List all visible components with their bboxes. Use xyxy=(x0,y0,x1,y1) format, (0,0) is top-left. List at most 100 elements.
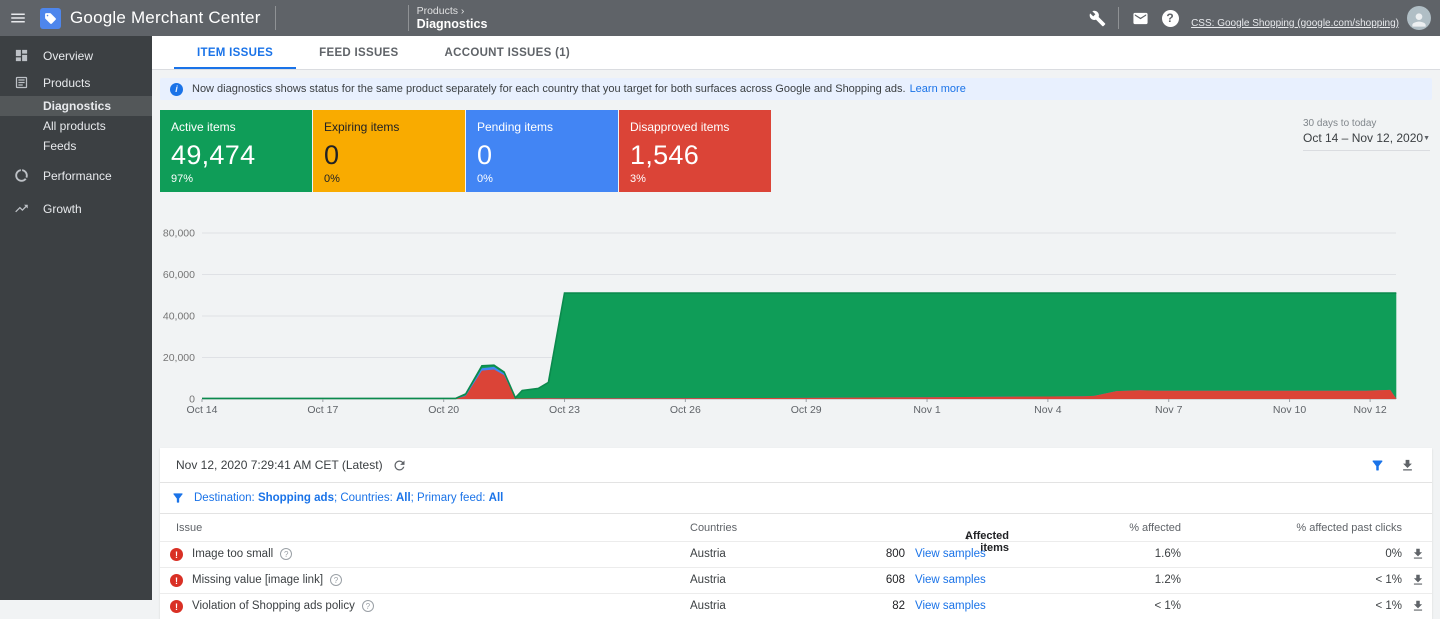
view-samples-link[interactable]: View samples xyxy=(915,574,986,586)
stacked-area-chart[interactable]: 020,00040,00060,00080,000Oct 14Oct 17Oct… xyxy=(160,210,1432,415)
countries-cell: Austria xyxy=(690,574,726,586)
header-actions: ? CSS: Google Shopping (google.com/shopp… xyxy=(1082,3,1440,33)
card-percent: 0% xyxy=(324,173,454,185)
pending-items-card[interactable]: Pending items 0 0% xyxy=(466,110,618,192)
header-divider xyxy=(275,6,276,30)
column-countries[interactable]: Countries xyxy=(690,522,737,534)
sidebar-item-label: Performance xyxy=(43,169,112,183)
column-pct-affected[interactable]: % affected xyxy=(1040,522,1181,534)
x-axis-tick-label: Nov 7 xyxy=(1155,404,1183,415)
sidebar-item-label: Feeds xyxy=(43,139,76,153)
issues-table-card: Nov 12, 2020 7:29:41 AM CET (Latest) Des… xyxy=(160,448,1432,619)
sidebar-item-growth[interactable]: Growth xyxy=(0,195,152,222)
mail-icon[interactable] xyxy=(1125,3,1155,33)
help-icon[interactable]: ? xyxy=(362,600,374,612)
sidebar: Overview Products Diagnostics All produc… xyxy=(0,36,152,600)
sidebar-item-performance[interactable]: Performance xyxy=(0,162,152,189)
tools-wrench-icon[interactable] xyxy=(1082,3,1112,33)
tab-item-issues[interactable]: ITEM ISSUES xyxy=(174,36,296,69)
main-content: ITEM ISSUES FEED ISSUES ACCOUNT ISSUES (… xyxy=(152,36,1440,600)
card-label: Disapproved items xyxy=(630,120,760,134)
x-axis-tick-label: Oct 14 xyxy=(187,404,218,415)
x-axis-tick-label: Oct 17 xyxy=(307,404,338,415)
help-icon[interactable]: ? xyxy=(280,548,292,560)
y-axis-tick-label: 80,000 xyxy=(163,228,195,240)
chevron-down-icon: ▼ xyxy=(1423,135,1430,142)
sidebar-item-label: Growth xyxy=(43,202,82,216)
issue-label: Violation of Shopping ads policy xyxy=(192,600,355,612)
issue-cell: Missing value [image link]? xyxy=(192,574,342,586)
info-banner: i Now diagnostics shows status for the s… xyxy=(160,78,1432,100)
x-axis-tick-label: Nov 12 xyxy=(1353,404,1386,415)
date-range-value: Oct 14 – Nov 12, 2020 xyxy=(1303,131,1423,145)
sidebar-item-overview[interactable]: Overview xyxy=(0,42,152,69)
error-icon: ! xyxy=(170,548,183,561)
column-issue[interactable]: Issue xyxy=(176,522,202,534)
menu-icon[interactable] xyxy=(0,0,36,36)
table-header: Issue Countries ↓ Affected items % affec… xyxy=(160,513,1432,541)
breadcrumb: Products › Diagnostics xyxy=(417,5,488,31)
breadcrumb-section[interactable]: Products › xyxy=(417,5,488,17)
chevron-right-icon: › xyxy=(461,5,465,17)
date-range-preset: 30 days to today xyxy=(1303,118,1430,129)
filter-summary: Destination: Shopping ads; Countries: Al… xyxy=(194,492,503,504)
download-icon[interactable] xyxy=(1411,573,1427,589)
help-icon[interactable]: ? xyxy=(1155,3,1185,33)
date-range-selector[interactable]: 30 days to today Oct 14 – Nov 12, 2020 ▼ xyxy=(1303,118,1430,151)
card-percent: 97% xyxy=(171,173,301,185)
affected-count: 608 xyxy=(755,574,905,586)
table-body: !Image too small?Austria800View samples1… xyxy=(160,541,1432,619)
avatar[interactable] xyxy=(1407,6,1431,30)
card-label: Expiring items xyxy=(324,120,454,134)
disapproved-items-card[interactable]: Disapproved items 1,546 3% xyxy=(619,110,771,192)
active-items-card[interactable]: Active items 49,474 97% xyxy=(160,110,312,192)
download-icon[interactable] xyxy=(1411,547,1427,563)
banner-text: Now diagnostics shows status for the sam… xyxy=(192,83,906,95)
sidebar-item-diagnostics[interactable]: Diagnostics xyxy=(0,96,152,116)
table-row: !Violation of Shopping ads policy?Austri… xyxy=(160,593,1432,619)
pct-past-clicks-cell: 0% xyxy=(1260,548,1402,560)
merchant-center-logo-icon xyxy=(40,8,61,29)
tab-feed-issues[interactable]: FEED ISSUES xyxy=(296,36,421,69)
x-axis-tick-label: Oct 20 xyxy=(428,404,459,415)
sidebar-item-feeds[interactable]: Feeds xyxy=(0,136,152,156)
x-axis-tick-label: Oct 26 xyxy=(670,404,701,415)
sidebar-item-all-products[interactable]: All products xyxy=(0,116,152,136)
tab-bar: ITEM ISSUES FEED ISSUES ACCOUNT ISSUES (… xyxy=(152,36,1440,70)
affected-count: 82 xyxy=(755,600,905,612)
view-samples-link[interactable]: View samples xyxy=(915,600,986,612)
snapshot-row: Nov 12, 2020 7:29:41 AM CET (Latest) xyxy=(160,448,1432,482)
account-link[interactable]: CSS: Google Shopping (google.com/shoppin… xyxy=(1191,18,1399,29)
column-pct-affected-past-clicks[interactable]: % affected past clicks xyxy=(1200,522,1402,534)
download-icon[interactable] xyxy=(1411,599,1427,615)
card-percent: 3% xyxy=(630,173,760,185)
active-filters-row[interactable]: Destination: Shopping ads; Countries: Al… xyxy=(160,482,1432,513)
card-label: Pending items xyxy=(477,120,607,134)
app-header: Google Merchant Center Products › Diagno… xyxy=(0,0,1440,36)
breadcrumb-section-label: Products xyxy=(417,5,458,17)
growth-trending-up-icon xyxy=(14,201,29,216)
table-row: !Image too small?Austria800View samples1… xyxy=(160,541,1432,567)
card-value: 49,474 xyxy=(171,140,301,171)
card-label: Active items xyxy=(171,120,301,134)
error-icon: ! xyxy=(170,574,183,587)
x-axis-tick-label: Nov 10 xyxy=(1273,404,1306,415)
pct-affected-cell: 1.2% xyxy=(1040,574,1181,586)
learn-more-link[interactable]: Learn more xyxy=(910,83,966,95)
sidebar-item-products[interactable]: Products xyxy=(0,69,152,96)
info-icon: i xyxy=(170,83,183,96)
download-icon[interactable] xyxy=(1396,454,1418,476)
card-value: 0 xyxy=(477,140,607,171)
performance-gauge-icon xyxy=(14,168,29,183)
affected-count: 800 xyxy=(755,548,905,560)
view-samples-link[interactable]: View samples xyxy=(915,548,986,560)
help-icon[interactable]: ? xyxy=(330,574,342,586)
table-row: ! Missing value [image link]? Austria 608 Vi… xyxy=(160,567,1432,593)
header-divider xyxy=(1118,7,1119,29)
pct-affected-cell: < 1% xyxy=(1040,600,1181,612)
sidebar-item-label: All products xyxy=(43,119,106,133)
tab-account-issues[interactable]: ACCOUNT ISSUES (1) xyxy=(422,36,594,69)
filter-icon[interactable] xyxy=(1366,454,1388,476)
expiring-items-card[interactable]: Expiring items 0 0% xyxy=(313,110,465,192)
refresh-icon[interactable] xyxy=(389,454,411,476)
